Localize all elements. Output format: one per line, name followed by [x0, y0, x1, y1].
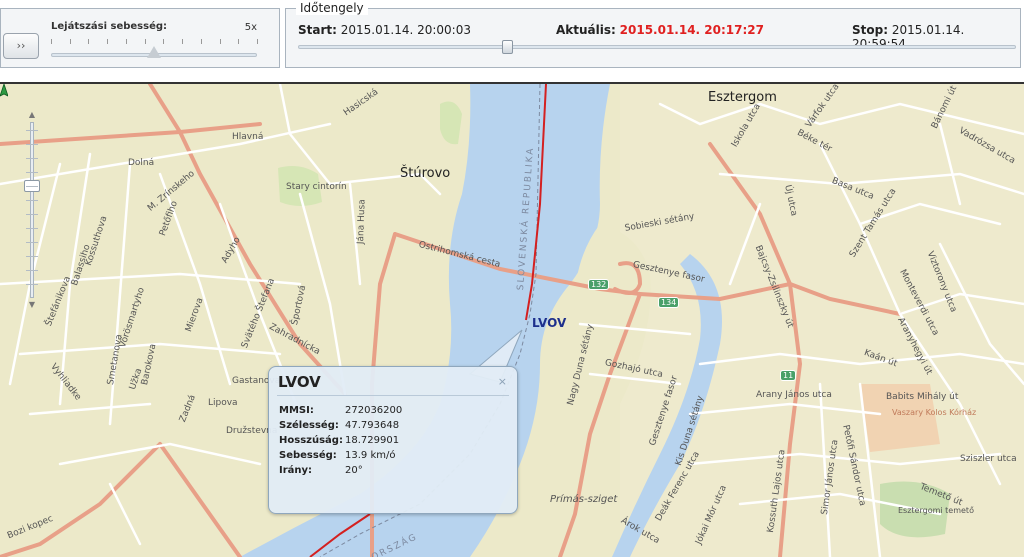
town-sturovo: Štúrovo: [400, 166, 451, 181]
street-label: Lipova: [208, 398, 238, 408]
zoom-track[interactable]: [30, 122, 34, 298]
street-label: Sziszler utca: [960, 454, 1017, 464]
zoom-tick: [26, 242, 38, 243]
attr-value: 13.9 km/ó: [345, 450, 396, 461]
playback-speed-slider[interactable]: [51, 46, 257, 58]
speed-tick: [200, 39, 202, 44]
zoom-out-icon[interactable]: ▼: [26, 300, 38, 310]
street-label: Arany János utca: [756, 390, 832, 400]
zoom-tick: [26, 256, 38, 257]
playback-speed-label: Lejátszási sebesség:: [51, 21, 168, 32]
street-label: Hlavná: [232, 132, 264, 142]
timeline-current: Aktuális: 2015.01.14. 20:17:27: [556, 23, 764, 37]
timeline-slider[interactable]: [298, 40, 1016, 54]
close-icon[interactable]: ×: [498, 375, 507, 388]
speed-tick: [51, 39, 52, 44]
zoom-tick: [26, 284, 38, 285]
road-shield: 11: [780, 370, 797, 381]
attr-value: 47.793648: [345, 420, 400, 431]
zoom-tick: [26, 270, 38, 271]
town-esztergom: Esztergom: [708, 90, 777, 105]
popup-title: LVOV: [278, 373, 321, 391]
table-row: Irány: 20°: [279, 463, 402, 478]
timeline-start: Start: 2015.01.14. 20:00:03: [298, 23, 471, 37]
zoom-tick: [26, 228, 38, 229]
speed-tick: [88, 39, 90, 44]
playback-speed-thumb[interactable]: [147, 46, 161, 58]
timeline-panel: Időtengely Start: 2015.01.14. 20:00:03 A…: [285, 1, 1021, 68]
attr-key: Sebesség:: [279, 450, 337, 461]
timeline-start-label: Start:: [298, 23, 337, 37]
zoom-slider[interactable]: ▲ ▼: [24, 110, 40, 309]
speed-tick: [219, 39, 221, 44]
timeline-thumb[interactable]: [501, 40, 513, 54]
speed-tick: [107, 39, 109, 44]
speed-tick: [125, 39, 127, 44]
speed-tick: [69, 39, 71, 44]
playback-speed-panel: ›› Lejátszási sebesség: 5x: [0, 8, 280, 68]
speed-tick: [144, 39, 146, 44]
table-row: MMSI: 272036200: [279, 403, 402, 418]
vessel-label[interactable]: LVOV: [532, 316, 566, 330]
street-label: Prímás-sziget: [550, 494, 618, 505]
street-label: Babits Mihály út: [886, 392, 959, 402]
attr-key: MMSI:: [279, 405, 314, 416]
table-row: Hosszúság: 18.729901: [279, 433, 402, 448]
replay-toolbar: ›› Lejátszási sebesség: 5x Időtengely St…: [0, 0, 1024, 84]
street-label: Dolná: [128, 158, 155, 168]
street-label: Esztergomi temető: [898, 506, 974, 515]
timeline-current-value: 2015.01.14. 20:17:27: [619, 23, 764, 37]
vessel-attributes-table: MMSI: 272036200 Szélesség: 47.793648 Hos…: [279, 403, 402, 478]
speed-tick: [163, 39, 165, 44]
zoom-tick: [26, 172, 38, 173]
zoom-tick: [26, 144, 38, 145]
zoom-in-icon[interactable]: ▲: [26, 110, 38, 120]
speed-tick: [257, 39, 258, 44]
speed-tick: [182, 39, 184, 44]
attr-key: Szélesség:: [279, 420, 339, 431]
timeline-stop-label: Stop:: [852, 23, 889, 37]
road-shield: 134: [658, 297, 680, 308]
attr-key: Hosszúság:: [279, 435, 343, 446]
speed-tick: [238, 39, 240, 44]
popup-divider: [277, 395, 509, 396]
attr-key: Irány:: [279, 465, 313, 476]
zoom-tick: [26, 130, 38, 131]
attr-value: 18.729901: [345, 435, 400, 446]
street-label: Jána Husa: [356, 199, 368, 245]
play-button[interactable]: ››: [3, 33, 39, 59]
zoom-tick: [26, 214, 38, 215]
vessel-marker-icon[interactable]: [0, 84, 8, 98]
street-label: Stary cintorín: [286, 182, 347, 192]
playback-speed-max: 5x: [244, 22, 257, 33]
map-view[interactable]: Esztergom Štúrovo Hlavná Hasicská Dolná …: [0, 84, 1024, 557]
zoom-tick: [26, 158, 38, 159]
table-row: Szélesség: 47.793648: [279, 418, 402, 433]
attr-value: 20°: [345, 465, 363, 476]
timeline-title: Időtengely: [296, 1, 368, 15]
vessel-info-popup: LVOV × MMSI: 272036200 Szélesség: 47.793…: [268, 366, 518, 514]
street-label: Vaszary Kolos Kórház: [892, 408, 977, 417]
table-row: Sebesség: 13.9 km/ó: [279, 448, 402, 463]
ais-replay-app: ›› Lejátszási sebesség: 5x Időtengely St…: [0, 0, 1024, 557]
timeline-current-label: Aktuális:: [556, 23, 616, 37]
zoom-tick: [26, 186, 38, 187]
zoom-tick: [26, 200, 38, 201]
road-shield: 132: [588, 279, 610, 290]
timeline-start-value: 2015.01.14. 20:00:03: [340, 23, 471, 37]
attr-value: 272036200: [345, 405, 403, 416]
